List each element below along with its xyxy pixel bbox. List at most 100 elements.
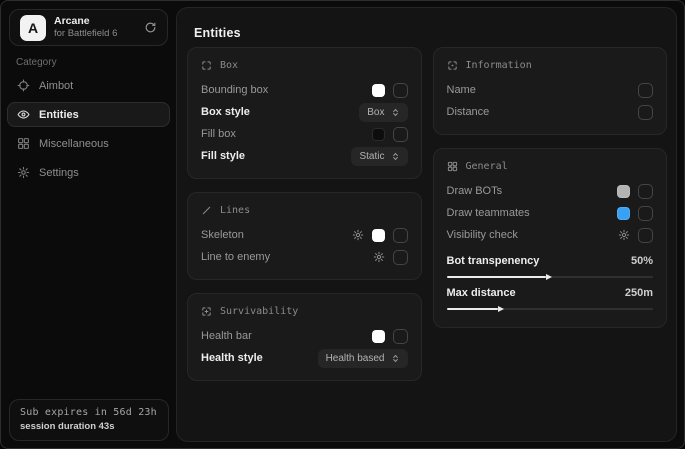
health-bar-checkbox[interactable]	[393, 329, 408, 344]
visibility-check-settings-gear-icon[interactable]	[618, 229, 630, 241]
health-style-dropdown[interactable]: Health based	[318, 349, 408, 368]
setting-row-health-style: Health style Health based	[201, 347, 408, 369]
setting-label: Health style	[201, 352, 263, 364]
setting-row-health-bar: Health bar	[201, 325, 408, 347]
box-style-dropdown[interactable]: Box	[359, 103, 407, 122]
skeleton-settings-gear-icon[interactable]	[352, 229, 364, 241]
lines-card-title: Lines	[220, 205, 250, 216]
fill-box-checkbox[interactable]	[393, 127, 408, 142]
setting-row-bounding-box: Bounding box	[201, 79, 408, 101]
slider-label: Bot transpenency	[447, 255, 540, 267]
survivability-card-title: Survivability	[220, 306, 298, 317]
information-card-header: Information	[447, 60, 654, 71]
grid-icon	[17, 137, 30, 150]
info-brackets-icon	[447, 60, 458, 71]
setting-row-distance: Distance	[447, 101, 654, 123]
app-title: Arcane	[54, 15, 117, 28]
setting-label: Health bar	[201, 330, 252, 342]
setting-label: Name	[447, 84, 476, 96]
bot-transparency-slider[interactable]	[447, 276, 654, 278]
sidebar-item-label: Aimbot	[39, 80, 73, 92]
setting-label: Fill box	[201, 128, 236, 140]
color-swatch[interactable]	[372, 84, 385, 97]
sidebar-item-settings[interactable]: Settings	[7, 160, 170, 185]
setting-row-draw-teammates: Draw teammates	[447, 202, 654, 224]
app-subtitle: for Battlefield 6	[54, 28, 117, 40]
distance-checkbox[interactable]	[638, 105, 653, 120]
app-logo: A	[20, 15, 46, 41]
setting-row-fill-box: Fill box	[201, 123, 408, 145]
sidebar-item-entities[interactable]: Entities	[7, 102, 170, 127]
line-to-enemy-settings-gear-icon[interactable]	[373, 251, 385, 263]
general-card: General Draw BOTs Draw teammates	[433, 148, 668, 328]
sidebar: A Arcane for Battlefield 6 Category Aimb…	[1, 1, 176, 448]
dropdown-value: Health based	[326, 353, 385, 364]
setting-row-line-to-enemy: Line to enemy	[201, 246, 408, 268]
slider-value: 250m	[625, 287, 653, 299]
left-column: Box Bounding box Box style Box	[187, 47, 422, 381]
setting-row-draw-bots: Draw BOTs	[447, 180, 654, 202]
skeleton-checkbox[interactable]	[393, 228, 408, 243]
right-column: Information Name Distance	[433, 47, 668, 328]
setting-row-skeleton: Skeleton	[201, 224, 408, 246]
name-checkbox[interactable]	[638, 83, 653, 98]
page-title: Entities	[194, 26, 241, 40]
setting-label: Draw BOTs	[447, 185, 503, 197]
chevrons-up-down-icon	[391, 152, 400, 161]
general-card-header: General	[447, 161, 654, 172]
color-swatch[interactable]	[372, 229, 385, 242]
subscription-card: Sub expires in 56d 23h session duration …	[9, 399, 169, 441]
sidebar-item-miscellaneous[interactable]: Miscellaneous	[7, 131, 170, 156]
setting-label: Line to enemy	[201, 251, 270, 263]
setting-label: Skeleton	[201, 229, 244, 241]
plus-brackets-icon	[201, 306, 212, 317]
eye-icon	[17, 108, 30, 121]
main-panel: Entities Box Bounding box	[176, 7, 677, 442]
visibility-check-checkbox[interactable]	[638, 228, 653, 243]
color-swatch[interactable]	[372, 128, 385, 141]
draw-teammates-checkbox[interactable]	[638, 206, 653, 221]
panel-columns: Box Bounding box Box style Box	[187, 47, 667, 381]
setting-label: Distance	[447, 106, 490, 118]
draw-bots-checkbox[interactable]	[638, 184, 653, 199]
slider-thumb[interactable]	[546, 274, 552, 280]
box-card-title: Box	[220, 60, 238, 71]
grid-icon	[447, 161, 458, 172]
brand-text: Arcane for Battlefield 6	[54, 15, 117, 40]
slider-label: Max distance	[447, 287, 516, 299]
brand-card: A Arcane for Battlefield 6	[9, 9, 168, 46]
setting-row-name: Name	[447, 79, 654, 101]
dropdown-value: Box	[367, 107, 384, 118]
diagonal-line-icon	[201, 205, 212, 216]
lines-card: Lines Skeleton Line to enemy	[187, 192, 422, 280]
max-distance-slider[interactable]	[447, 308, 654, 310]
chevrons-up-down-icon	[391, 354, 400, 363]
box-card: Box Bounding box Box style Box	[187, 47, 422, 179]
sidebar-item-label: Settings	[39, 167, 79, 179]
category-label: Category	[16, 57, 57, 68]
slider-thumb[interactable]	[498, 306, 504, 312]
line-to-enemy-checkbox[interactable]	[393, 250, 408, 265]
color-swatch[interactable]	[372, 330, 385, 343]
setting-label: Box style	[201, 106, 250, 118]
bot-transparency-slider-block: Bot transpenency 50%	[447, 253, 654, 278]
dropdown-value: Static	[359, 151, 384, 162]
setting-label: Bounding box	[201, 84, 268, 96]
survivability-card: Survivability Health bar Health style	[187, 293, 422, 381]
sidebar-item-label: Miscellaneous	[39, 138, 109, 150]
fill-style-dropdown[interactable]: Static	[351, 147, 407, 166]
lines-card-header: Lines	[201, 205, 408, 216]
color-swatch[interactable]	[617, 207, 630, 220]
gear-icon	[17, 166, 30, 179]
setting-row-box-style: Box style Box	[201, 101, 408, 123]
bounding-box-checkbox[interactable]	[393, 83, 408, 98]
refresh-icon[interactable]	[144, 21, 157, 34]
setting-label: Fill style	[201, 150, 245, 162]
color-swatch[interactable]	[617, 185, 630, 198]
sidebar-item-aimbot[interactable]: Aimbot	[7, 73, 170, 98]
max-distance-slider-block: Max distance 250m	[447, 285, 654, 310]
information-card: Information Name Distance	[433, 47, 668, 135]
crosshair-icon	[17, 79, 30, 92]
session-duration-text: session duration 43s	[20, 421, 158, 432]
setting-row-visibility-check: Visibility check	[447, 224, 654, 246]
